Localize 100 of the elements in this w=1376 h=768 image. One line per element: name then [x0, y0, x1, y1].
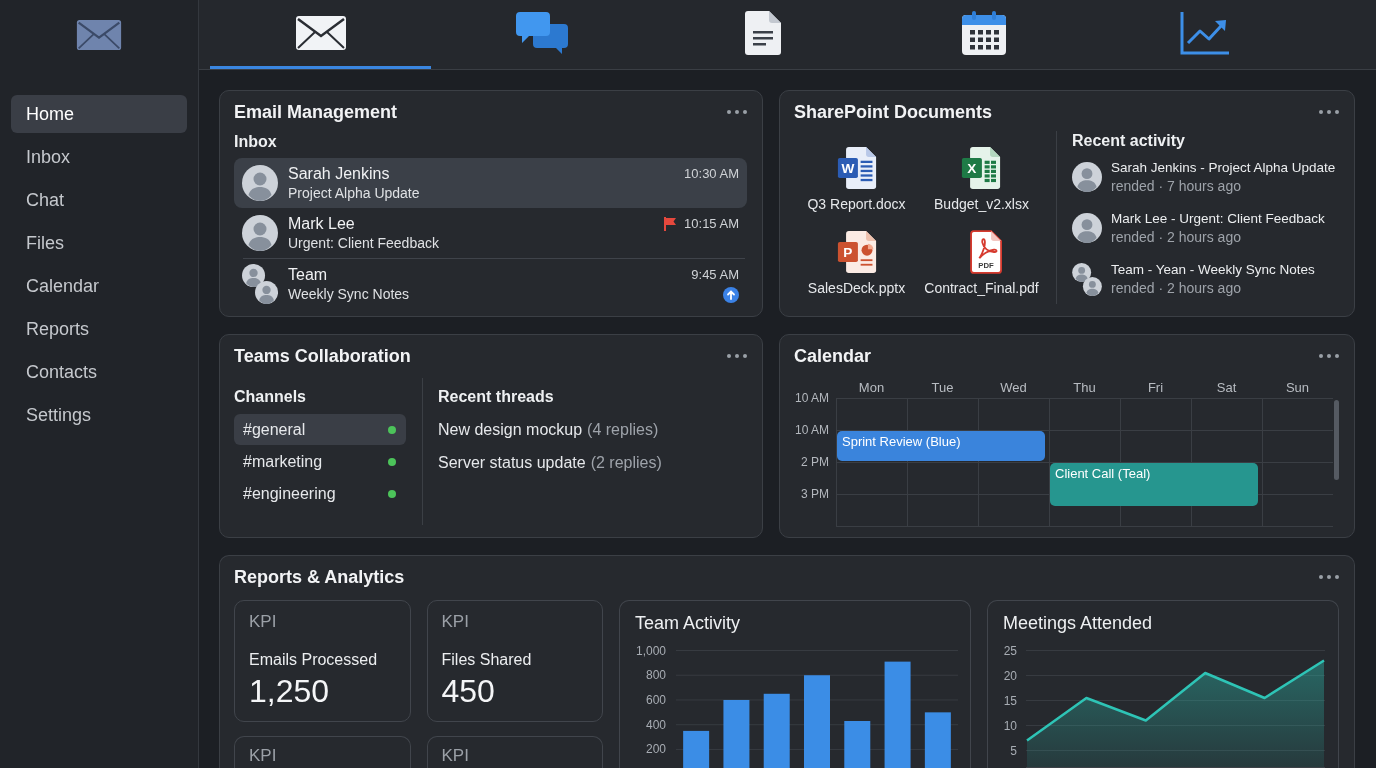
channel-item[interactable]: #marketing: [234, 446, 406, 477]
chat-bubbles-icon: [514, 11, 569, 55]
day-label: Wed: [1000, 379, 1027, 395]
section-label: Channels: [234, 387, 306, 406]
axis-tick-label: 15: [1003, 693, 1017, 708]
nav-item[interactable]: Calendar: [11, 267, 187, 305]
axis-tick-label: 600: [645, 692, 666, 707]
bar: [683, 730, 710, 768]
calendar-event[interactable]: Sprint Review (Blue): [837, 431, 1045, 461]
kpi-label: KPI: [441, 612, 469, 632]
axis-tick-label: 200: [645, 742, 666, 757]
section-label: Inbox: [234, 132, 277, 151]
avatar-icon: [242, 215, 278, 251]
axis-tick-label: 400: [645, 717, 666, 732]
sender-name: Mark Lee: [288, 214, 355, 233]
axis-tick-label: 800: [645, 668, 666, 683]
nav-item[interactable]: Reports: [11, 310, 187, 348]
axis-tick-label: 5: [1010, 743, 1017, 758]
calendar-event[interactable]: Client Call (Teal): [1050, 463, 1258, 506]
bar: [844, 721, 871, 768]
day-label: Sun: [1285, 379, 1310, 395]
chart-title: Team Activity: [635, 613, 741, 633]
kpi-title: Emails Processed: [249, 650, 378, 669]
more-icon[interactable]: [727, 354, 747, 358]
more-icon[interactable]: [1319, 354, 1339, 358]
email-subject: Project Alpha Update: [288, 185, 420, 202]
kpi-value: 1,250: [249, 673, 330, 709]
kpi-title: Files Shared: [441, 650, 532, 669]
file-item[interactable]: W Q3 Report.docx: [807, 146, 906, 212]
axis-tick-label: 20: [1003, 668, 1017, 683]
avatar-icon: [1072, 162, 1102, 192]
nav-item[interactable]: Home: [11, 95, 187, 133]
activity-meta: rended · 2 hours ago: [1111, 280, 1241, 297]
envelope-icon: [294, 15, 347, 51]
avatar-icon: [1072, 213, 1102, 243]
nav-item[interactable]: Chat: [11, 181, 187, 219]
kpi-label: KPI: [249, 746, 277, 766]
sender-name: Team: [288, 265, 328, 284]
trend-chart-icon: [1178, 10, 1231, 56]
day-label: Thu: [1073, 379, 1096, 395]
avatar-icon: [242, 165, 278, 201]
document-icon: [743, 10, 782, 56]
email-item[interactable]: Team Weekly Sync Notes 9:45 AM: [234, 259, 747, 309]
reply-count: (4 replies): [587, 420, 659, 439]
group-avatar-icon: [1072, 262, 1102, 296]
email-item[interactable]: Mark Lee Urgent: Client Feedback 10:15 AM: [234, 208, 747, 258]
group-avatar-icon: [242, 264, 278, 304]
section-label: Recent threads: [438, 387, 554, 406]
channel-item[interactable]: #engineering: [234, 478, 406, 509]
reply-count: (2 replies): [590, 453, 662, 472]
bar: [723, 699, 750, 768]
kpi-label: KPI: [249, 612, 277, 632]
panel-title: Teams Collaboration: [234, 345, 411, 367]
nav-item[interactable]: Files: [11, 224, 187, 262]
scrollbar[interactable]: [1334, 400, 1339, 480]
activity-meta: rended · 7 hours ago: [1111, 178, 1241, 195]
activity-title: Sarah Jenkins - Project Alpha Update: [1111, 159, 1336, 176]
kpi-value: 450: [441, 673, 495, 709]
bar: [924, 712, 951, 768]
panel-title: Calendar: [794, 345, 872, 367]
activity-meta: rended · 2 hours ago: [1111, 229, 1241, 246]
axis-tick-label: 1,000: [635, 643, 666, 658]
email-time: 9:45 AM: [691, 267, 739, 282]
axis-tick-label: 25: [1003, 643, 1017, 658]
channel-item[interactable]: #general: [234, 414, 406, 445]
panel-title: SharePoint Documents: [794, 101, 993, 123]
thread-title[interactable]: New design mockup: [438, 420, 583, 439]
time-label: 3 PM: [801, 487, 829, 501]
day-label: Tue: [931, 379, 954, 395]
email-item[interactable]: Sarah Jenkins Project Alpha Update 10:30 AM: [234, 158, 747, 208]
email-subject: Urgent: Client Feedback: [288, 235, 439, 252]
envelope-icon: [76, 19, 122, 51]
panel-title: Reports & Analytics: [234, 566, 405, 588]
nav-item[interactable]: Contacts: [11, 353, 187, 391]
nav-item[interactable]: Settings: [11, 396, 187, 434]
panel-title: Email Management: [234, 101, 398, 123]
file-item[interactable]: P SalesDeck.pptx: [807, 230, 906, 296]
section-label: Recent activity: [1072, 131, 1185, 150]
day-label: Fri: [1147, 379, 1164, 395]
email-time: 10:15 AM: [684, 216, 739, 231]
day-label: Sat: [1216, 379, 1237, 395]
email-time: 10:30 AM: [684, 166, 739, 181]
time-label: 10 AM: [794, 391, 829, 405]
email-subject: Weekly Sync Notes: [288, 286, 410, 303]
time-label: 10 AM: [794, 423, 829, 437]
day-label: Mon: [858, 379, 885, 395]
more-icon[interactable]: [1319, 110, 1339, 114]
kpi-label: KPI: [441, 746, 469, 766]
chart-title: Meetings Attended: [1003, 613, 1153, 633]
time-label: 2 PM: [801, 455, 829, 469]
more-icon[interactable]: [727, 110, 747, 114]
nav-item[interactable]: Inbox: [11, 138, 187, 176]
activity-title: Mark Lee - Urgent: Client Feedback: [1111, 210, 1325, 227]
calendar-icon: [960, 10, 1007, 56]
thread-title[interactable]: Server status update: [438, 453, 586, 472]
axis-tick-label: 10: [1003, 718, 1017, 733]
more-icon[interactable]: [1319, 575, 1339, 579]
sender-name: Sarah Jenkins: [288, 164, 390, 183]
file-item[interactable]: X Budget_v2.xlsx: [934, 146, 1029, 212]
activity-title: Team - Yean - Weekly Sync Notes: [1111, 261, 1315, 278]
